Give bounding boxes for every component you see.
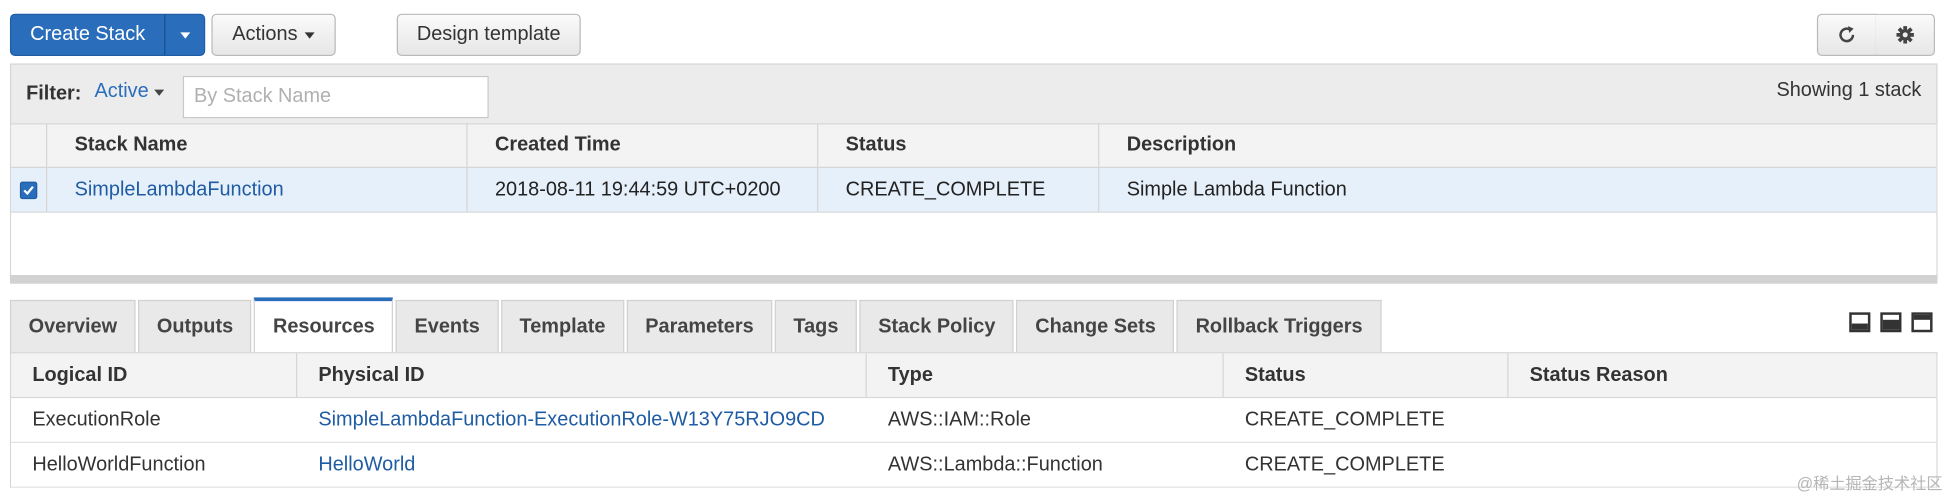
create-stack-dropdown[interactable] [165, 15, 204, 55]
create-stack-label[interactable]: Create Stack [11, 14, 166, 55]
column-physical-id[interactable]: Physical ID [297, 353, 867, 397]
chevron-down-icon [304, 31, 315, 38]
logical-id: ExecutionRole [32, 408, 161, 430]
panel-minimize-icon[interactable] [1849, 312, 1871, 333]
pane-resize-handle[interactable] [9, 275, 1938, 284]
stack-description: Simple Lambda Function [1126, 178, 1347, 200]
select-column [11, 124, 48, 167]
resource-status: CREATE_COMPLETE [1244, 453, 1445, 475]
detail-tabs: Overview Outputs Resources Events Templa… [9, 297, 1382, 353]
resource-type: AWS::Lambda::Function [887, 453, 1103, 475]
resource-status: CREATE_COMPLETE [1244, 408, 1445, 430]
tab-overview[interactable]: Overview [9, 299, 136, 353]
stack-table: Stack Name Created Time Status Descripti… [9, 123, 1938, 280]
settings-button[interactable] [1875, 13, 1936, 56]
checkbox-checked-icon [19, 181, 38, 199]
gear-icon [1895, 26, 1914, 44]
stack-table-header: Stack Name Created Time Status Descripti… [11, 123, 1937, 168]
refresh-button[interactable] [1816, 13, 1877, 56]
tab-parameters[interactable]: Parameters [626, 299, 773, 353]
design-template-button[interactable]: Design template [396, 13, 581, 56]
column-status[interactable]: Status [1224, 353, 1509, 397]
panel-maximize-icon[interactable] [1911, 312, 1933, 333]
create-stack-button[interactable]: Create Stack [9, 13, 206, 56]
resource-status-reason [1508, 398, 1936, 442]
stack-count: Showing 1 stack [1776, 79, 1922, 101]
filter-status-value: Active [94, 80, 149, 103]
design-template-label: Design template [416, 23, 561, 45]
stack-name-filter-input[interactable] [182, 75, 489, 119]
chevron-down-icon [179, 31, 190, 38]
chevron-down-icon [153, 88, 164, 96]
column-description[interactable]: Description [1099, 124, 1936, 166]
actions-button[interactable]: Actions [211, 13, 336, 56]
actions-label: Actions [232, 23, 298, 45]
watermark: @稀土掘金技术社区 [1796, 474, 1943, 493]
column-logical-id[interactable]: Logical ID [11, 353, 298, 397]
table-row: ExecutionRole SimpleLambdaFunction-Execu… [11, 398, 1937, 444]
resource-type: AWS::IAM::Role [887, 408, 1031, 430]
row-checkbox[interactable] [11, 167, 48, 212]
table-row: HelloWorldFunction HelloWorld AWS::Lambd… [11, 443, 1937, 488]
filter-status-dropdown[interactable]: Active [95, 81, 164, 103]
resources-table: Logical ID Physical ID Type Status Statu… [9, 352, 1938, 488]
physical-id-link[interactable]: HelloWorld [297, 443, 867, 487]
panel-half-icon[interactable] [1880, 312, 1902, 333]
filter-label: Filter: [26, 83, 82, 105]
tab-stack-policy[interactable]: Stack Policy [859, 299, 1015, 353]
refresh-icon [1839, 26, 1855, 43]
column-status[interactable]: Status [818, 124, 1100, 167]
tab-tags[interactable]: Tags [774, 299, 858, 353]
stack-created-time: 2018-08-11 19:44:59 UTC+0200 [468, 167, 819, 212]
table-row[interactable]: SimpleLambdaFunction 2018-08-11 19:44:59… [11, 167, 1937, 213]
filter-bar: Filter: Active Showing 1 stack [9, 63, 1938, 124]
tab-change-sets[interactable]: Change Sets [1016, 299, 1175, 353]
stack-name-link[interactable]: SimpleLambdaFunction [47, 167, 468, 212]
tab-outputs[interactable]: Outputs [138, 299, 252, 353]
resources-table-header: Logical ID Physical ID Type Status Statu… [11, 353, 1937, 399]
stack-status: CREATE_COMPLETE [818, 167, 1100, 212]
tab-resources[interactable]: Resources [254, 297, 394, 353]
tab-template[interactable]: Template [500, 299, 625, 353]
column-created-time[interactable]: Created Time [468, 124, 819, 167]
tab-events[interactable]: Events [395, 299, 499, 353]
column-stack-name[interactable]: Stack Name [47, 124, 468, 167]
physical-id-link[interactable]: SimpleLambdaFunction-ExecutionRole-W13Y7… [297, 398, 867, 442]
panel-size-controls [1849, 312, 1933, 333]
column-type[interactable]: Type [867, 353, 1224, 397]
table-empty-space [11, 212, 1937, 279]
logical-id: HelloWorldFunction [32, 453, 206, 475]
column-status-reason[interactable]: Status Reason [1508, 353, 1936, 397]
tab-rollback-triggers[interactable]: Rollback Triggers [1176, 299, 1382, 353]
